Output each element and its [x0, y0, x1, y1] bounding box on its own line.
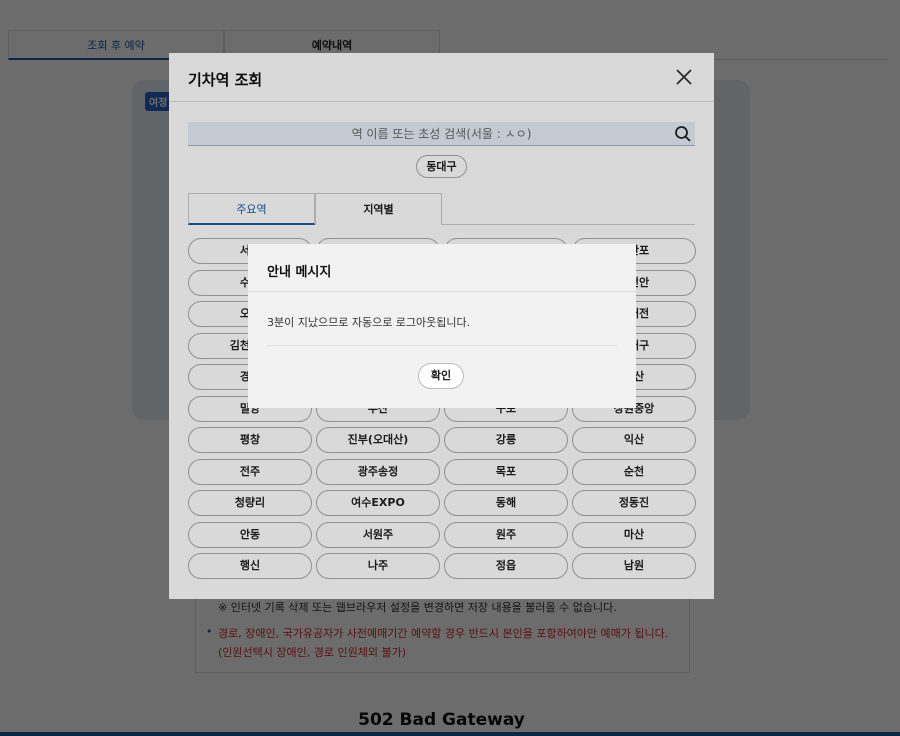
- alert-divider: [248, 291, 636, 292]
- alert-divider: [267, 345, 617, 346]
- confirm-button[interactable]: 확인: [418, 363, 464, 389]
- alert-dialog: 안내 메시지 3분이 지났으므로 자동으로 로그아웃됩니다. 확인: [248, 244, 636, 408]
- alert-title: 안내 메시지: [267, 265, 332, 280]
- alert-message: 3분이 지났으므로 자동으로 로그아웃됩니다.: [267, 316, 471, 329]
